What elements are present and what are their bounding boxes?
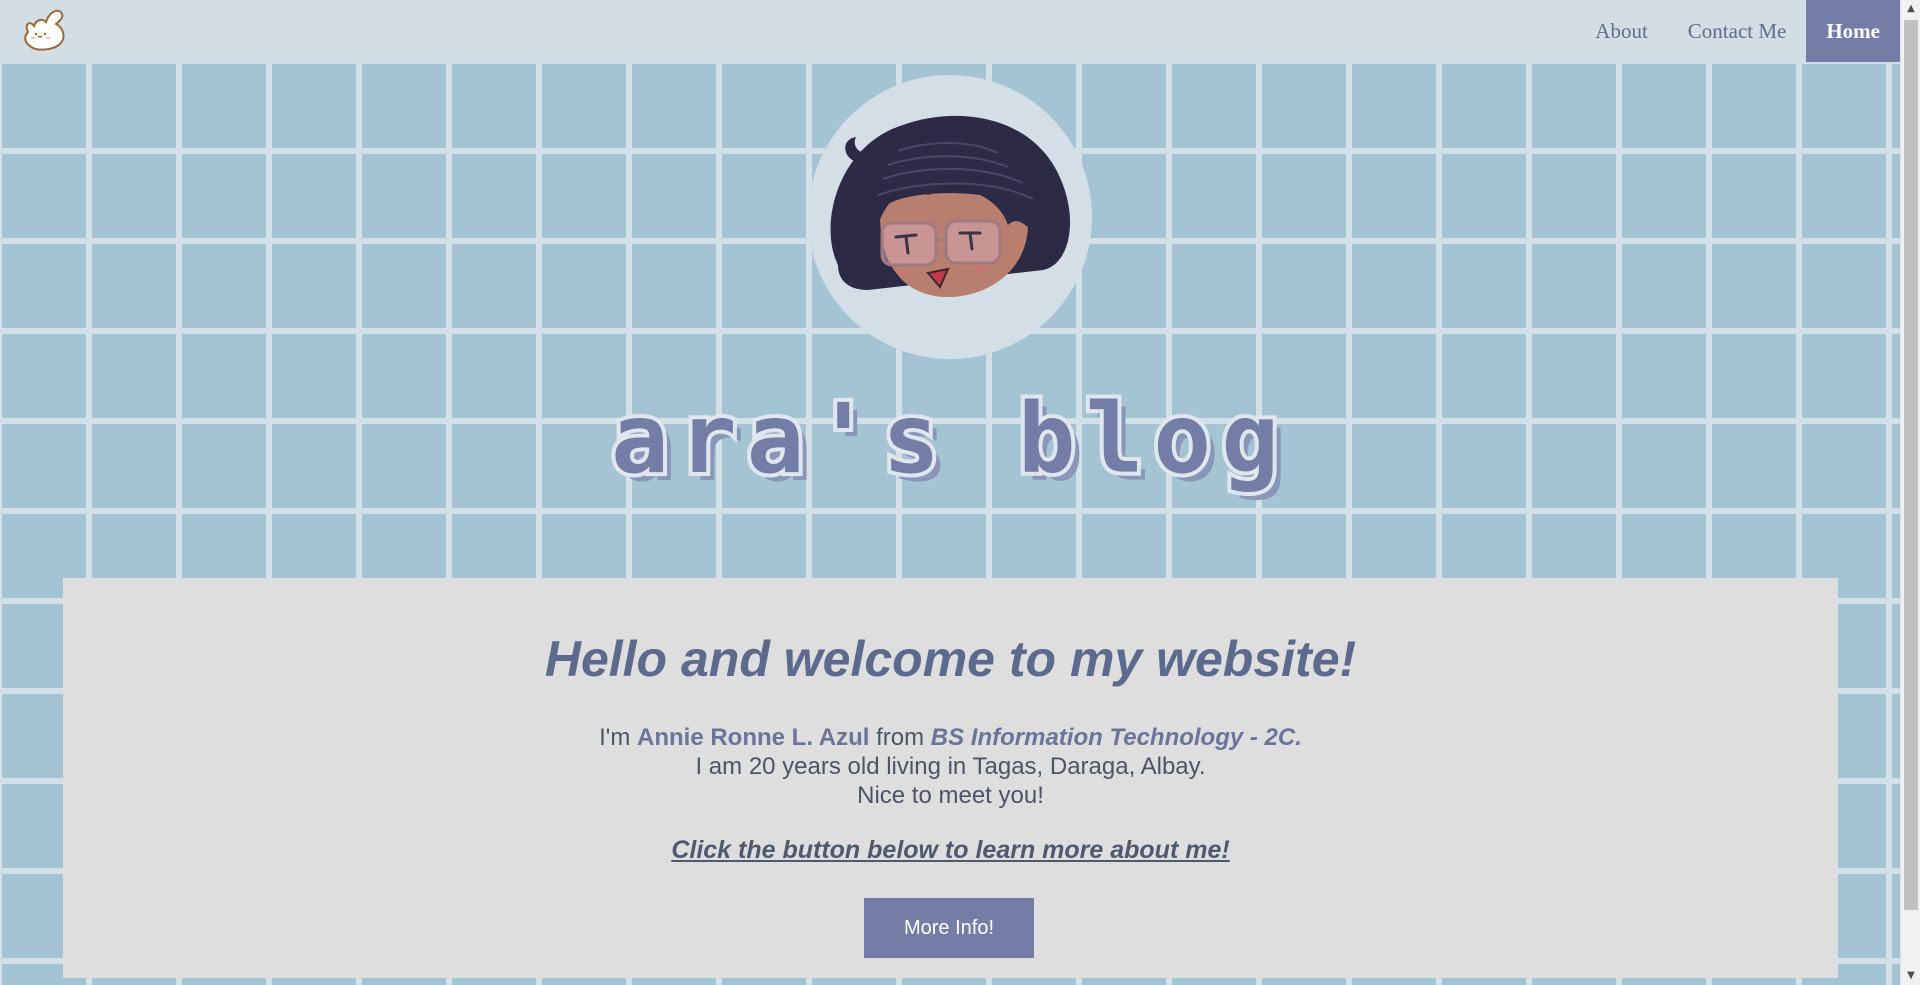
cta-text: Click the button below to learn more abo… <box>671 836 1230 864</box>
intro-line-3: Nice to meet you! <box>857 782 1044 809</box>
welcome-heading: Hello and welcome to my website! <box>544 631 1357 687</box>
author-name: Annie Ronne L. Azul <box>637 724 870 751</box>
intro-prefix: I'm <box>599 724 637 751</box>
course-name: BS Information Technology - 2C. <box>930 724 1302 751</box>
more-info-button[interactable]: More Info! <box>864 898 1034 958</box>
scroll-up-arrow-icon[interactable]: ▲ <box>1901 0 1920 18</box>
scrollbar-thumb[interactable] <box>1904 20 1918 910</box>
nav-contact-link[interactable]: Contact Me <box>1668 0 1807 62</box>
girl-avatar-icon <box>830 115 1071 297</box>
blog-title: ara's blog ara's blog <box>0 392 1900 502</box>
nav-links: About Contact Me Home <box>1575 0 1900 62</box>
nav-home-link[interactable]: Home <box>1806 0 1900 62</box>
blog-title-text: ara's blog <box>611 392 1289 495</box>
intro-from: from <box>869 724 931 751</box>
top-navbar: About Contact Me Home <box>0 0 1900 62</box>
welcome-card: Hello and welcome to my website! I'm Ann… <box>63 578 1838 978</box>
intro-text: I'm Annie Ronne L. Azul from BS Informat… <box>63 723 1838 810</box>
page-scrollbar[interactable]: ▲ ▼ <box>1900 0 1920 985</box>
bunny-logo-icon[interactable] <box>20 6 70 54</box>
intro-line-1: I'm Annie Ronne L. Azul from BS Informat… <box>63 723 1838 752</box>
nav-about-link[interactable]: About <box>1575 0 1668 62</box>
intro-line-2: I am 20 years old living in Tagas, Darag… <box>695 753 1206 780</box>
scroll-down-arrow-icon[interactable]: ▼ <box>1901 967 1920 985</box>
avatar <box>808 75 1092 359</box>
